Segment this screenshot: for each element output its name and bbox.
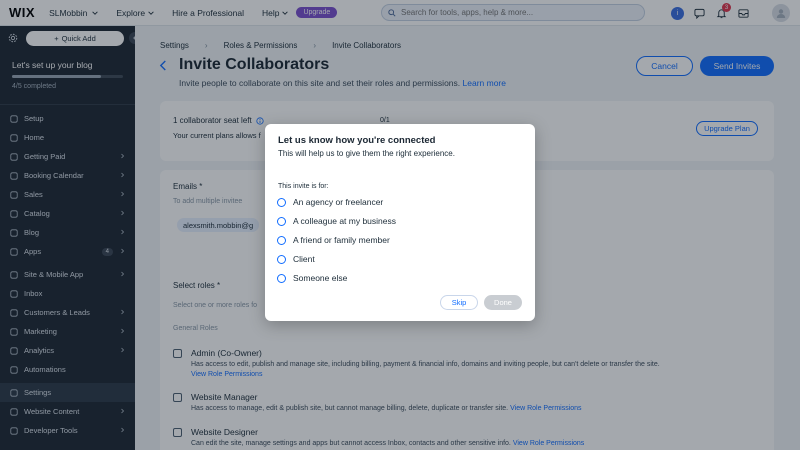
modal-option-label: An agency or freelancer: [293, 197, 384, 207]
modal-option-client[interactable]: Client: [277, 254, 315, 264]
modal-title: Let us know how you're connected: [278, 135, 436, 146]
modal-option-label: A friend or family member: [293, 235, 390, 245]
radio-button[interactable]: [277, 235, 286, 245]
modal-option-a-friend-or-family-member[interactable]: A friend or family member: [277, 235, 390, 245]
done-button[interactable]: Done: [484, 295, 522, 310]
modal-option-an-agency-or-freelancer[interactable]: An agency or freelancer: [277, 197, 383, 207]
radio-button[interactable]: [277, 216, 286, 226]
modal-option-a-colleague-at-my-business[interactable]: A colleague at my business: [277, 216, 396, 226]
radio-button[interactable]: [277, 197, 286, 207]
modal-option-label: A colleague at my business: [293, 216, 397, 226]
modal-option-label: Someone else: [293, 273, 348, 283]
connection-modal: Let us know how you're connected This wi…: [265, 124, 535, 321]
modal-subtitle: This will help us to give them the right…: [278, 149, 455, 158]
radio-button[interactable]: [277, 273, 286, 283]
modal-option-label: Client: [293, 254, 315, 264]
modal-question: This invite is for:: [278, 183, 329, 190]
modal-option-someone-else[interactable]: Someone else: [277, 273, 347, 283]
radio-button[interactable]: [277, 254, 286, 264]
skip-button[interactable]: Skip: [440, 295, 478, 310]
